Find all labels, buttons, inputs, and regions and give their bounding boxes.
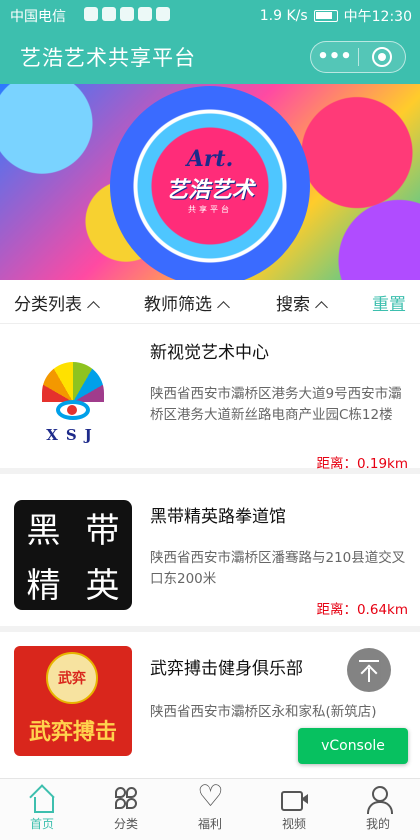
logo-text: XSJ xyxy=(46,426,100,444)
item-distance: 距离：0.19km xyxy=(316,456,408,472)
category-filter-label: 分类列表 xyxy=(14,295,82,315)
logo-char: 黑 xyxy=(26,511,61,551)
brand-logo: Art. 艺浩艺术 共享平台 xyxy=(160,146,260,215)
notification-icons xyxy=(84,7,170,21)
home-icon xyxy=(27,785,57,813)
chevron-up-icon xyxy=(217,301,230,314)
nav-bar: 艺浩艺术共享平台 ••• xyxy=(0,30,420,84)
tab-label: 首页 xyxy=(29,817,54,831)
tab-label: 福利 xyxy=(197,817,222,831)
back-to-top-button[interactable] xyxy=(347,648,391,692)
user-icon xyxy=(363,785,393,814)
item-address: 陕西省西安市灞桥区潘骞路与210县道交叉口东200米 xyxy=(150,550,406,587)
item-address: 陕西省西安市灞桥区永和家私(新筑店) xyxy=(150,704,377,720)
rainbow-sun-icon xyxy=(42,362,104,402)
item-logo: 武弈 武弈搏击 xyxy=(14,646,132,756)
logo-art-text: Art. xyxy=(186,146,234,172)
list-item[interactable]: XSJ 新视觉艺术中心 陕西省西安市灞桥区港务大道9号西安市灞桥区港务大道新丝路… xyxy=(0,324,420,474)
logo-sub-text: 共享平台 xyxy=(188,205,232,214)
mini-program-capsule: ••• xyxy=(310,41,406,73)
search-filter-label: 搜索 xyxy=(276,295,310,315)
eye-icon xyxy=(56,400,90,420)
logo-text: 武弈搏击 xyxy=(28,719,117,745)
tab-category[interactable]: 分类 xyxy=(84,779,168,840)
item-name: 黑带精英路拳道馆 xyxy=(150,507,286,527)
tab-label: 我的 xyxy=(365,817,390,831)
logo-char: 英 xyxy=(85,566,120,606)
network-speed: 1.9 K/s xyxy=(259,8,308,24)
item-logo: 黑 带 精 英 xyxy=(14,500,132,610)
item-name: 武弈搏击健身俱乐部 xyxy=(150,659,303,679)
close-circle-icon xyxy=(371,47,392,67)
logo-brand-text: 艺浩艺术 xyxy=(165,178,254,203)
tab-label: 分类 xyxy=(113,817,138,831)
vconsole-button[interactable]: vConsole xyxy=(298,728,408,764)
status-right: 1.9 K/s 中午12:30 xyxy=(260,6,412,26)
clock: 中午12:30 xyxy=(343,9,412,25)
list-item[interactable]: 黑 带 精 英 黑带精英路拳道馆 陕西省西安市灞桥区潘骞路与210县道交叉口东2… xyxy=(0,480,420,632)
chevron-up-icon xyxy=(87,301,100,314)
tab-welfare[interactable]: 福利 xyxy=(168,779,252,840)
tab-bar: 首页 分类 福利 视频 我的 xyxy=(0,778,420,840)
category-icon xyxy=(111,785,141,813)
reset-button[interactable]: 重置 xyxy=(372,290,406,315)
tab-label: 视频 xyxy=(281,817,306,831)
video-icon xyxy=(279,785,309,813)
arrow-up-icon xyxy=(368,668,370,682)
category-filter[interactable]: 分类列表 xyxy=(14,290,100,315)
hero-banner[interactable]: Art. 艺浩艺术 共享平台 xyxy=(0,84,420,280)
status-bar: 中国电信 1.9 K/s 中午12:30 xyxy=(0,0,420,30)
logo-badge: 武弈 xyxy=(46,652,98,704)
more-options-button[interactable]: ••• xyxy=(311,42,358,72)
close-mini-program-button[interactable] xyxy=(359,47,405,67)
logo-char: 精 xyxy=(26,566,61,606)
item-name: 新视觉艺术中心 xyxy=(150,343,269,363)
teacher-filter[interactable]: 教师筛选 xyxy=(144,290,230,315)
teacher-filter-label: 教师筛选 xyxy=(144,295,212,315)
carrier-label: 中国电信 xyxy=(10,9,66,25)
chevron-up-icon xyxy=(315,301,328,314)
heart-icon xyxy=(195,779,225,814)
tab-home[interactable]: 首页 xyxy=(0,779,84,840)
item-distance: 距离：0.64km xyxy=(316,602,408,618)
item-logo: XSJ xyxy=(14,344,132,454)
page-title: 艺浩艺术共享平台 xyxy=(20,46,196,70)
tab-video[interactable]: 视频 xyxy=(252,779,336,840)
tab-mine[interactable]: 我的 xyxy=(336,779,420,840)
search-filter[interactable]: 搜索 xyxy=(276,290,328,315)
logo-char: 带 xyxy=(85,511,120,551)
item-address: 陕西省西安市灞桥区港务大道9号西安市灞桥区港务大道新丝路电商产业园C栋12楼 xyxy=(150,386,402,423)
filter-bar: 分类列表 教师筛选 搜索 重置 xyxy=(0,280,420,324)
battery-icon xyxy=(313,10,338,22)
